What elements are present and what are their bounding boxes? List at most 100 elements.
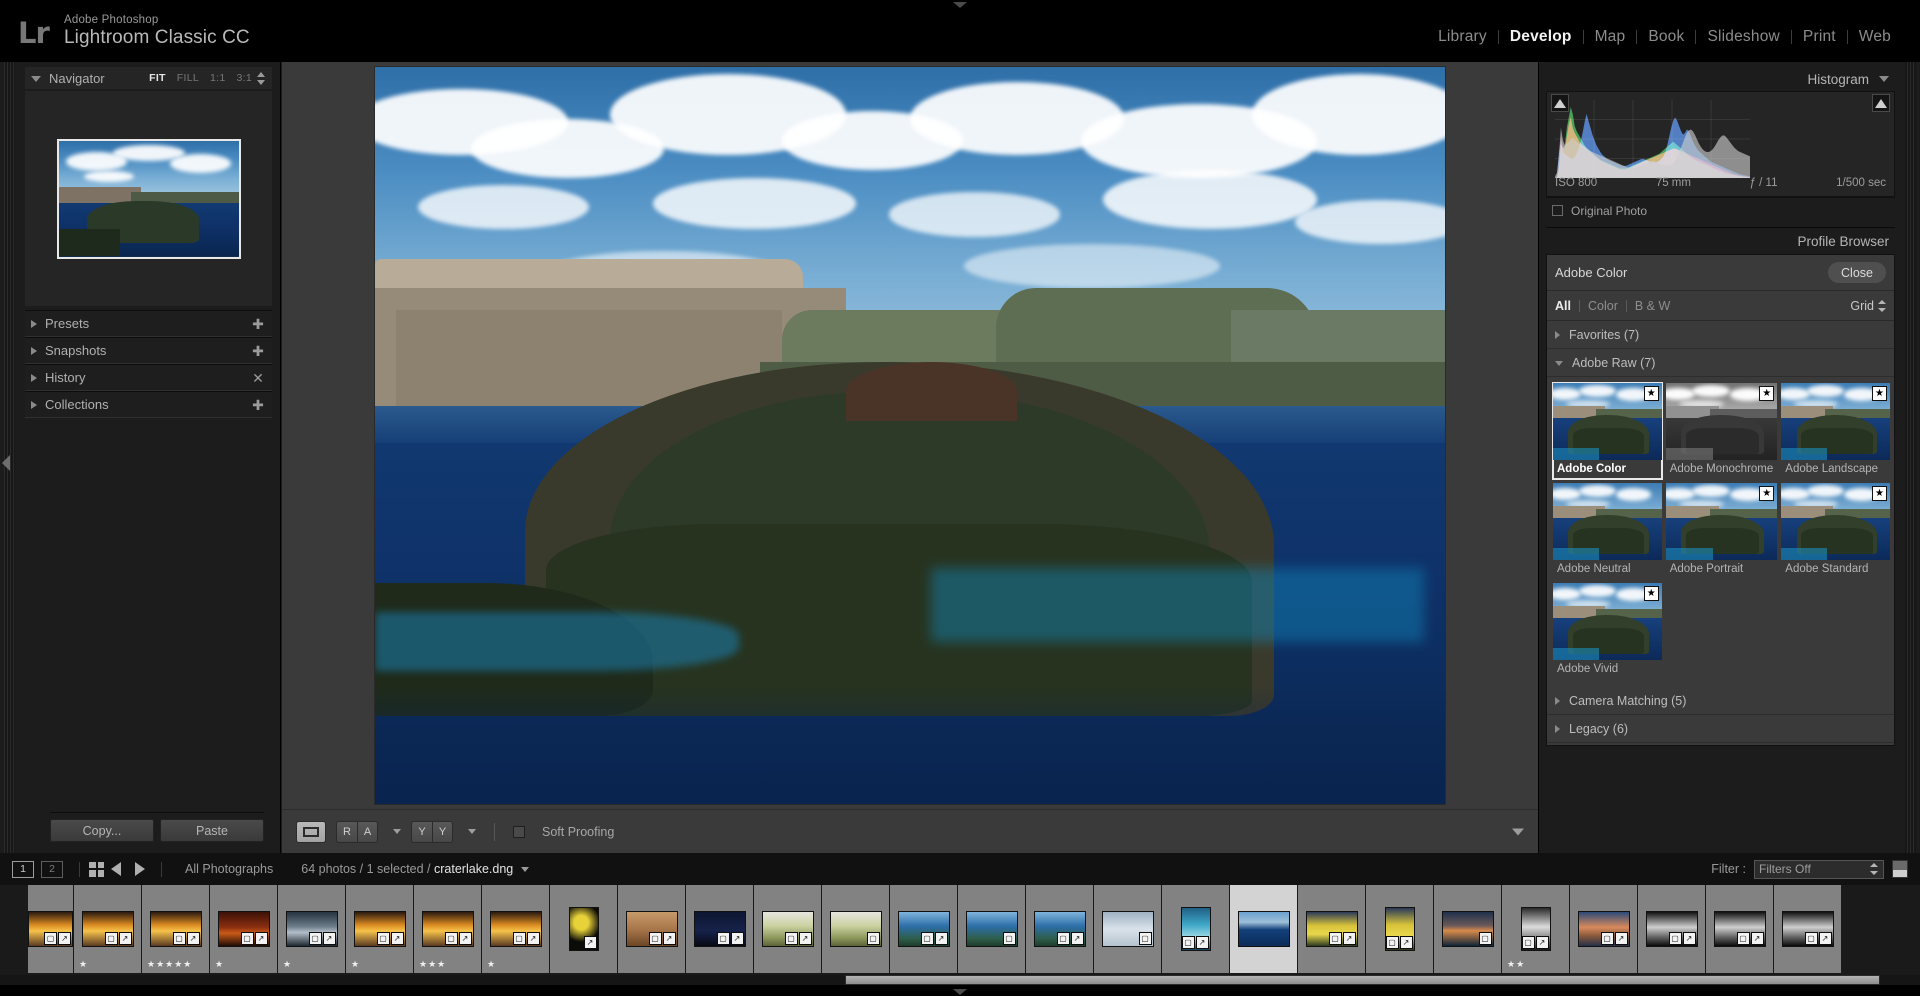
second-screen-button[interactable]: 2 [41,861,63,878]
profile-card-adobe-vivid[interactable]: ★Adobe Vivid [1553,583,1662,679]
adjust-badge-icon[interactable]: ↗ [663,932,676,945]
favorite-star-icon[interactable]: ★ [1872,386,1887,401]
histogram-panel[interactable]: ISO 800 75 mm ƒ / 11 1/500 sec [1546,91,1895,197]
original-photo-row[interactable]: Original Photo [1546,197,1895,223]
chevron-right-icon[interactable] [1555,331,1560,339]
profile-card-adobe-landscape[interactable]: ★Adobe Landscape [1781,383,1890,479]
thumbnail-image[interactable]: ▢ [830,911,882,947]
chevron-down-icon[interactable] [1555,361,1563,366]
profile-card-adobe-standard[interactable]: ★Adobe Standard [1781,483,1890,579]
filmstrip-thumbnail-snow-skiers[interactable]: ▢ [1094,885,1162,973]
filmstrip-source-label[interactable]: All Photographs [185,862,273,876]
chevron-right-icon[interactable] [31,347,37,355]
loupe-view-icon[interactable] [296,821,326,843]
thumbnail-image[interactable]: ▢↗ [422,911,474,947]
filmstrip-thumbnail-yellow-blossoms[interactable]: ↗ [550,885,618,973]
adjust-badge-icon[interactable]: ↗ [391,932,404,945]
add-collection-icon[interactable]: ✚ [250,398,266,412]
crop-badge-icon[interactable]: ▢ [717,932,730,945]
chevron-right-icon[interactable] [1555,725,1560,733]
filmstrip-thumbnail-sunset-dark-1[interactable]: ▢↗★ [210,885,278,973]
adjust-badge-icon[interactable]: ↗ [799,932,812,945]
filmstrip-thumbnail-sunset-city-5[interactable]: ▢↗★★★ [414,885,482,973]
profile-view-mode-stepper-icon[interactable] [1878,300,1886,312]
filmstrip-thumbnail-coast-car[interactable]: ▢↗ [1026,885,1094,973]
module-develop[interactable]: Develop [1499,26,1583,48]
navigator-zoom-stepper[interactable] [257,72,266,85]
filmstrip-thumbnail-canyon-rock[interactable]: ▢↗ [618,885,686,973]
thumbnail-image[interactable]: ▢↗ [694,911,746,947]
adjust-badge-icon[interactable]: ↗ [1343,932,1356,945]
left-section-header-presets[interactable]: Presets✚ [25,311,272,336]
thumbnail-image[interactable]: ▢↗ [1385,907,1415,951]
left-section-header-collections[interactable]: Collections✚ [25,392,272,417]
profile-preview-thumbnail[interactable]: ★ [1666,483,1778,560]
zoom-level-fit[interactable]: FIT [149,72,166,84]
chevron-down-icon[interactable] [31,76,41,82]
profile-card-adobe-neutral[interactable]: Adobe Neutral [1553,483,1662,579]
filmstrip-thumbnail-waterfall-bw[interactable]: ▢↗★★ [1502,885,1570,973]
thumbnail-image[interactable]: ▢↗ [150,911,202,947]
filmstrip-thumbnail-autumn-larch-2[interactable]: ▢↗ [1366,885,1434,973]
focal-length-value[interactable]: 75 mm [1656,177,1691,189]
thumbnail-image[interactable]: ▢↗ [1034,911,1086,947]
before-after-r-icon[interactable]: R [336,821,357,843]
filmstrip-selection-info[interactable]: 64 photos / 1 selected / craterlake.dng [301,862,513,876]
profile-close-button[interactable]: Close [1828,262,1886,283]
filmstrip-source-caret[interactable] [521,867,529,872]
highlight-clipping-indicator[interactable] [1872,94,1890,112]
crop-badge-icon[interactable]: ▢ [1479,932,1492,945]
go-back-icon[interactable] [111,862,121,876]
original-photo-checkbox[interactable] [1552,205,1563,216]
left-section-header-snapshots[interactable]: Snapshots✚ [25,338,272,363]
star-rating[interactable]: ★ [79,960,88,969]
filmstrip-thumbnail-geyser-bw-1[interactable]: ▢↗ [1638,885,1706,973]
filmstrip-thumbnail-road-field-2[interactable]: ▢ [822,885,890,973]
profile-card-adobe-color[interactable]: ★Adobe Color [1553,383,1662,479]
star-rating[interactable]: ★ [283,960,292,969]
crop-badge-icon[interactable]: ▢ [1522,936,1535,949]
zoom-level-fill[interactable]: FILL [177,72,199,84]
thumbnail-image[interactable]: ▢↗ [762,911,814,947]
thumbnail-image[interactable]: ↗ [569,907,599,951]
crop-badge-icon[interactable]: ▢ [445,932,458,945]
add-preset-icon[interactable]: ✚ [250,317,266,331]
filmstrip-thumbnail-road-field-1[interactable]: ▢↗ [754,885,822,973]
crop-badge-icon[interactable]: ▢ [241,932,254,945]
toolbar-options-caret[interactable] [1512,828,1524,835]
crop-badge-icon[interactable]: ▢ [377,932,390,945]
filmstrip-thumbnail-geyser-bw-2[interactable]: ▢↗ [1706,885,1774,973]
favorite-star-icon[interactable]: ★ [1644,586,1659,601]
chevron-down-icon[interactable] [1879,76,1889,82]
filmstrip-thumbnail-sunset-dark-2[interactable]: ▢↗★ [278,885,346,973]
histogram-header[interactable]: Histogram [1546,67,1895,91]
crop-badge-icon[interactable]: ▢ [1669,932,1682,945]
module-map[interactable]: Map [1584,26,1637,48]
copy-settings-button[interactable]: Copy... [50,819,154,842]
top-panel-toggle-arrow[interactable] [953,2,967,8]
thumbnail-image[interactable] [1238,911,1290,947]
star-rating[interactable]: ★ [487,960,496,969]
crop-badge-icon[interactable]: ▢ [785,932,798,945]
crop-badge-icon[interactable]: ▢ [513,932,526,945]
chevron-right-icon[interactable] [1555,697,1560,705]
adjust-badge-icon[interactable]: ↗ [1751,932,1764,945]
filter-select[interactable]: Filters Off [1754,860,1884,879]
star-rating[interactable]: ★★★★★ [147,960,192,969]
loupe-canvas[interactable] [282,62,1538,809]
crop-badge-icon[interactable]: ▢ [1003,932,1016,945]
profile-group-header-favorites-7-[interactable]: Favorites (7) [1547,321,1894,349]
crop-badge-icon[interactable]: ▢ [309,932,322,945]
adjust-badge-icon[interactable]: ↗ [58,932,71,945]
module-book[interactable]: Book [1637,26,1695,48]
profile-group-header-legacy-6-[interactable]: Legacy (6) [1547,715,1894,743]
thumbnail-image[interactable]: ▢↗ [354,911,406,947]
filmstrip-thumbnail-craterlake[interactable] [1230,885,1298,973]
crop-badge-icon[interactable]: ▢ [921,932,934,945]
thumbnail-image[interactable]: ▢↗ [490,911,542,947]
thumbnail-image[interactable]: ▢ [1442,911,1494,947]
thumbnail-image[interactable]: ▢↗ [218,911,270,947]
thumbnail-image[interactable]: ▢↗ [1782,911,1834,947]
main-photo[interactable] [375,67,1445,804]
soft-proofing-checkbox[interactable] [513,826,525,838]
